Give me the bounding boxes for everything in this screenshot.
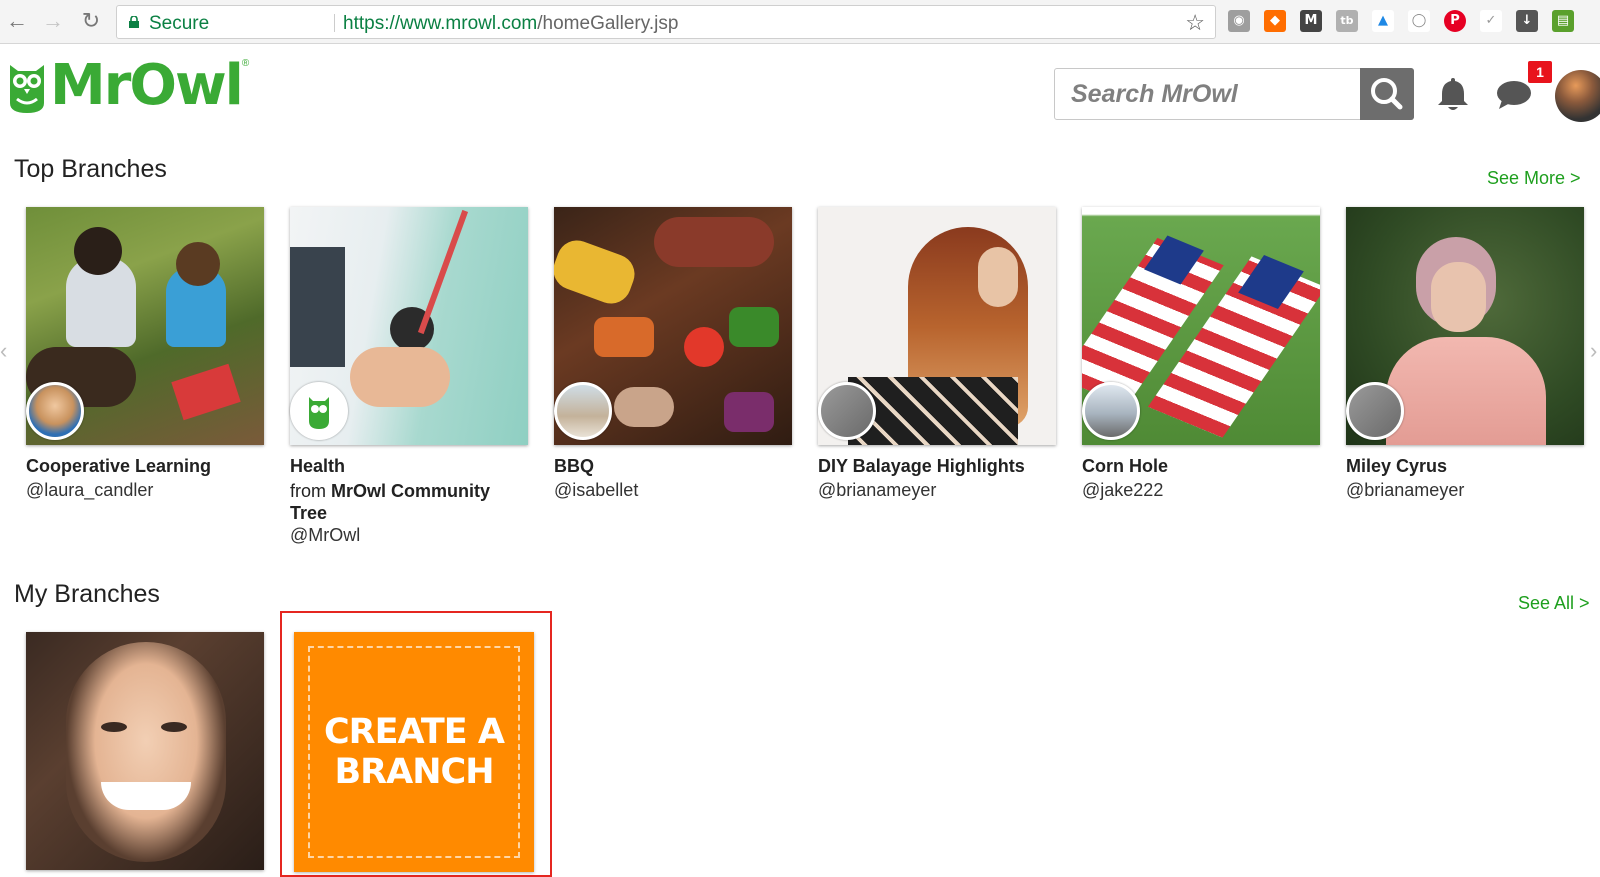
- extension-icons: ◉ ◆ M tb ▲ ◯ P ✓ ↓ ▤: [1228, 10, 1574, 34]
- logo-wordmark: MrOwl: [50, 53, 244, 118]
- messages-chat-icon[interactable]: [1496, 80, 1532, 110]
- camera-extension-icon[interactable]: ◉: [1228, 10, 1250, 32]
- url-host: https://www.mrowl.com: [343, 13, 538, 34]
- back-arrow-icon[interactable]: ←: [4, 8, 30, 34]
- branch-title[interactable]: Miley Cyrus: [1346, 455, 1586, 477]
- search-icon: [1371, 78, 1403, 110]
- notification-bell-icon[interactable]: [1436, 76, 1470, 112]
- registered-mark: ®: [241, 58, 250, 69]
- branch-handle[interactable]: @isabellet: [554, 480, 638, 501]
- bookmark-star-icon[interactable]: ☆: [1185, 10, 1205, 36]
- url-text[interactable]: https://www.mrowl.com/homeGallery.jsp: [343, 13, 678, 35]
- branch-source: from MrOwl Community Tree: [290, 480, 530, 524]
- search-button[interactable]: [1360, 68, 1414, 120]
- shark-extension-icon[interactable]: ▲: [1372, 10, 1394, 32]
- branch-handle[interactable]: @jake222: [1082, 480, 1163, 501]
- carousel-prev-arrow-icon[interactable]: ‹: [0, 338, 7, 364]
- m-extension-icon[interactable]: M: [1300, 10, 1322, 32]
- branch-owner-avatar[interactable]: [1082, 382, 1140, 440]
- browser-toolbar: ← → ↻ Secure https://www.mrowl.com/homeG…: [0, 0, 1600, 44]
- address-divider: [334, 14, 335, 32]
- branch-title[interactable]: Cooperative Learning: [26, 455, 266, 477]
- fox-extension-icon[interactable]: ◆: [1264, 10, 1286, 32]
- branch-handle[interactable]: @brianameyer: [818, 480, 936, 501]
- branch-title[interactable]: Corn Hole: [1082, 455, 1322, 477]
- url-path: /homeGallery.jsp: [537, 13, 679, 34]
- secure-label: Secure: [149, 13, 210, 34]
- see-more-link[interactable]: See More >: [1487, 168, 1581, 189]
- branch-title[interactable]: DIY Balayage Highlights: [818, 455, 1058, 477]
- branch-handle[interactable]: @laura_candler: [26, 480, 153, 501]
- notification-badge: 1: [1528, 61, 1552, 83]
- owl-avatar-icon: [309, 397, 329, 429]
- address-bar[interactable]: Secure https://www.mrowl.com/homeGallery…: [116, 5, 1216, 39]
- branch-title[interactable]: BBQ: [554, 455, 794, 477]
- owl-logo-icon: [10, 65, 44, 113]
- lock-icon: [129, 16, 139, 28]
- create-branch-button[interactable]: CREATE A BRANCH: [294, 632, 534, 872]
- create-line-1: CREATE A: [324, 712, 505, 752]
- pinterest-extension-icon[interactable]: P: [1444, 10, 1466, 32]
- search-input[interactable]: [1055, 69, 1361, 119]
- branch-title[interactable]: Health: [290, 455, 530, 477]
- tb-extension-icon[interactable]: tb: [1336, 10, 1358, 32]
- forward-arrow-icon[interactable]: →: [40, 8, 66, 34]
- carousel-next-arrow-icon[interactable]: ›: [1590, 338, 1597, 364]
- printer-extension-icon[interactable]: ▤: [1552, 10, 1574, 32]
- branch-handle[interactable]: @brianameyer: [1346, 480, 1464, 501]
- from-prefix: from: [290, 481, 326, 501]
- check-extension-icon[interactable]: ✓: [1480, 10, 1502, 32]
- branch-handle[interactable]: @MrOwl: [290, 525, 360, 546]
- my-branches-title: My Branches: [14, 580, 160, 608]
- branch-owner-avatar[interactable]: [1346, 382, 1404, 440]
- mrowl-logo[interactable]: MrOwl ®: [6, 56, 249, 116]
- branch-owner-avatar[interactable]: [26, 382, 84, 440]
- user-avatar[interactable]: [1555, 70, 1600, 122]
- create-branch-label: CREATE A BRANCH: [294, 712, 534, 792]
- branch-owner-avatar[interactable]: [818, 382, 876, 440]
- see-all-link[interactable]: See All >: [1518, 593, 1590, 614]
- create-line-2: BRANCH: [334, 752, 495, 792]
- reload-icon[interactable]: ↻: [78, 8, 104, 34]
- branch-owner-avatar[interactable]: [554, 382, 612, 440]
- branch-image[interactable]: [26, 632, 264, 870]
- globe-extension-icon[interactable]: ◯: [1408, 10, 1430, 32]
- branch-owner-avatar[interactable]: [290, 382, 348, 440]
- top-branches-title: Top Branches: [14, 155, 167, 183]
- search-box: [1054, 68, 1414, 120]
- download-extension-icon[interactable]: ↓: [1516, 10, 1538, 32]
